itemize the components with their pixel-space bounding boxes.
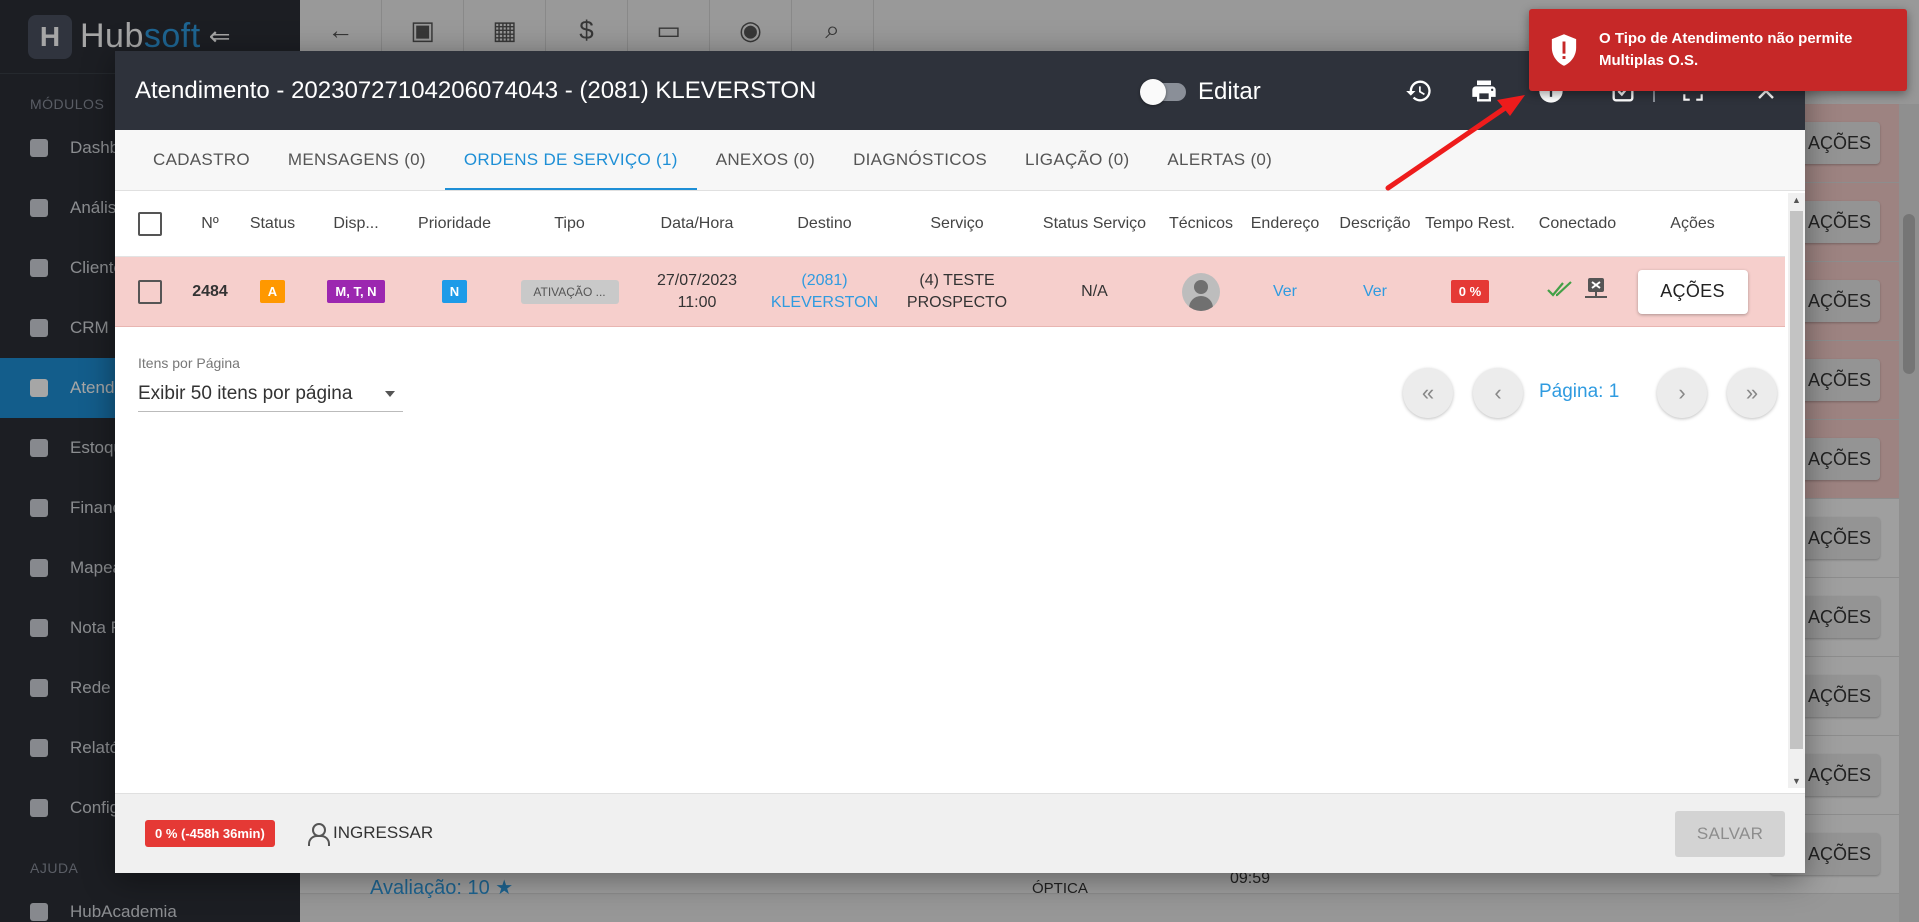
prioridade-badge: N (441, 280, 468, 303)
hora-value: 11:00 (677, 293, 717, 311)
disponibilidade-badge: M, T, N (327, 280, 385, 303)
ingressar-button[interactable]: INGRESSAR (307, 822, 434, 846)
switch-knob (1140, 79, 1166, 105)
double-chevron-right-icon: » (1745, 380, 1759, 405)
os-number: 2484 (192, 282, 228, 300)
items-per-page-label: Itens por Página (138, 355, 240, 371)
history-icon[interactable] (1405, 77, 1433, 105)
tipo-cell: ATIVAÇÃO ... (507, 257, 632, 326)
data-hora-cell: 27/07/2023 11:00 (632, 257, 762, 326)
tempo-badge: 0 % (1450, 280, 1490, 303)
avatar[interactable] (1182, 272, 1220, 311)
column-header[interactable]: Conectado (1520, 191, 1635, 256)
modal-scrollbar[interactable]: ▲ ▼ (1788, 193, 1805, 788)
edit-toggle[interactable]: Editar (1140, 78, 1261, 106)
table-row[interactable]: 2484 A M, T, N N ATIVAÇÃO ... 27/07/2023… (115, 257, 1785, 327)
status-cell: A (235, 257, 310, 326)
page-indicator: Página: 1 (1539, 381, 1620, 402)
column-header[interactable]: Disp... (310, 191, 402, 256)
column-header[interactable]: Tipo (507, 191, 632, 256)
column-header[interactable]: Prioridade (402, 191, 507, 256)
tab-cadastro[interactable]: CADASTRO (134, 130, 269, 190)
servico-line-2: PROSPECTO (906, 293, 1008, 311)
column-header[interactable]: Endereço (1240, 191, 1330, 256)
column-header[interactable]: Status (235, 191, 310, 256)
tab-ordens-de-servico[interactable]: ORDENS DE SERVIÇO (1) (444, 130, 697, 190)
modal-tabs: CADASTRO MENSAGENS (0) ORDENS DE SERVIÇO… (115, 130, 1805, 191)
scroll-up-icon[interactable]: ▲ (1788, 195, 1805, 205)
table-header: Nº Status Disp... Prioridade Tipo Data/H… (115, 191, 1785, 257)
remaining-time-badge: 0 % (-458h 36min) (145, 820, 275, 847)
atendimento-modal: Atendimento - 20230727104206074043 - (20… (115, 51, 1805, 873)
acoes-cell: AÇÕES (1635, 257, 1750, 326)
select-all-cell (115, 191, 185, 256)
disp-cell: M, T, N (310, 257, 402, 326)
edit-switch[interactable] (1140, 79, 1186, 105)
scroll-down-icon[interactable]: ▼ (1788, 776, 1805, 786)
column-header[interactable]: Status Serviço (1027, 191, 1162, 256)
double-check-icon (1546, 280, 1573, 303)
tab-ligacao[interactable]: LIGAÇÃO (0) (1006, 130, 1148, 190)
ordens-table: Nº Status Disp... Prioridade Tipo Data/H… (115, 191, 1785, 327)
acoes-button[interactable]: AÇÕES (1637, 269, 1748, 314)
last-page-button[interactable]: » (1727, 368, 1777, 418)
column-header[interactable]: Serviço (887, 191, 1027, 256)
select-all-checkbox[interactable] (138, 211, 162, 236)
next-page-button[interactable]: › (1657, 368, 1707, 418)
chevron-right-icon: › (1678, 380, 1686, 405)
servico-line-1: (4) TESTE (919, 271, 995, 289)
column-header[interactable]: Técnicos (1162, 191, 1240, 256)
tab-anexos[interactable]: ANEXOS (0) (697, 130, 834, 190)
row-checkbox[interactable] (138, 279, 162, 304)
person-icon (307, 822, 330, 846)
toast-message: O Tipo de Atendimento não permite Multip… (1599, 30, 1853, 69)
destino-code: (2081) (801, 271, 848, 289)
destino-name: KLEVERSTON (770, 293, 879, 311)
items-per-page-value: Exibir 50 itens por página (138, 382, 353, 404)
tab-alertas[interactable]: ALERTAS (0) (1148, 130, 1291, 190)
chevron-down-icon (385, 390, 395, 397)
modal-footer: 0 % (-458h 36min) INGRESSAR SALVAR (115, 793, 1805, 873)
tab-mensagens[interactable]: MENSAGENS (0) (269, 130, 445, 190)
salvar-button[interactable]: SALVAR (1675, 811, 1785, 857)
items-per-page-select[interactable]: Exibir 50 itens por página (138, 376, 403, 412)
first-page-button[interactable]: « (1403, 368, 1453, 418)
previous-page-button[interactable]: ‹ (1473, 368, 1523, 418)
modal-title: Atendimento - 20230727104206074043 - (20… (135, 76, 817, 104)
descricao-link[interactable]: Ver (1330, 257, 1420, 326)
tempo-cell: 0 % (1420, 257, 1520, 326)
conectado-cell (1520, 257, 1635, 326)
column-header[interactable]: Tempo Rest. (1420, 191, 1520, 256)
column-header[interactable]: Descrição (1330, 191, 1420, 256)
endereco-link[interactable]: Ver (1240, 257, 1330, 326)
double-chevron-left-icon: « (1421, 380, 1435, 405)
ingressar-label: INGRESSAR (333, 823, 434, 842)
destino-link[interactable]: (2081) KLEVERSTON (762, 257, 887, 326)
column-header[interactable]: Destino (762, 191, 887, 256)
error-toast[interactable]: O Tipo de Atendimento não permite Multip… (1529, 9, 1907, 91)
column-header[interactable]: Data/Hora (632, 191, 762, 256)
disconnected-network-icon (1583, 277, 1609, 306)
column-header: Ações (1670, 214, 1715, 232)
modal-scrollbar-thumb[interactable] (1790, 211, 1803, 749)
column-header[interactable]: Nº (185, 191, 235, 256)
shield-alert-icon (1551, 34, 1577, 66)
tipo-chip: ATIVAÇÃO ... (520, 279, 619, 304)
status-servico-value: N/A (1081, 282, 1108, 300)
chevron-left-icon: ‹ (1494, 380, 1502, 405)
status-badge: A (259, 280, 286, 303)
servico-cell: (4) TESTE PROSPECTO (887, 257, 1027, 326)
data-value: 27/07/2023 (656, 271, 738, 289)
row-select-cell (115, 257, 185, 326)
prioridade-cell: N (402, 257, 507, 326)
print-icon[interactable] (1470, 77, 1498, 105)
tab-diagnosticos[interactable]: DIAGNÓSTICOS (834, 130, 1006, 190)
tecnicos-cell (1162, 257, 1240, 326)
edit-label: Editar (1198, 78, 1261, 105)
